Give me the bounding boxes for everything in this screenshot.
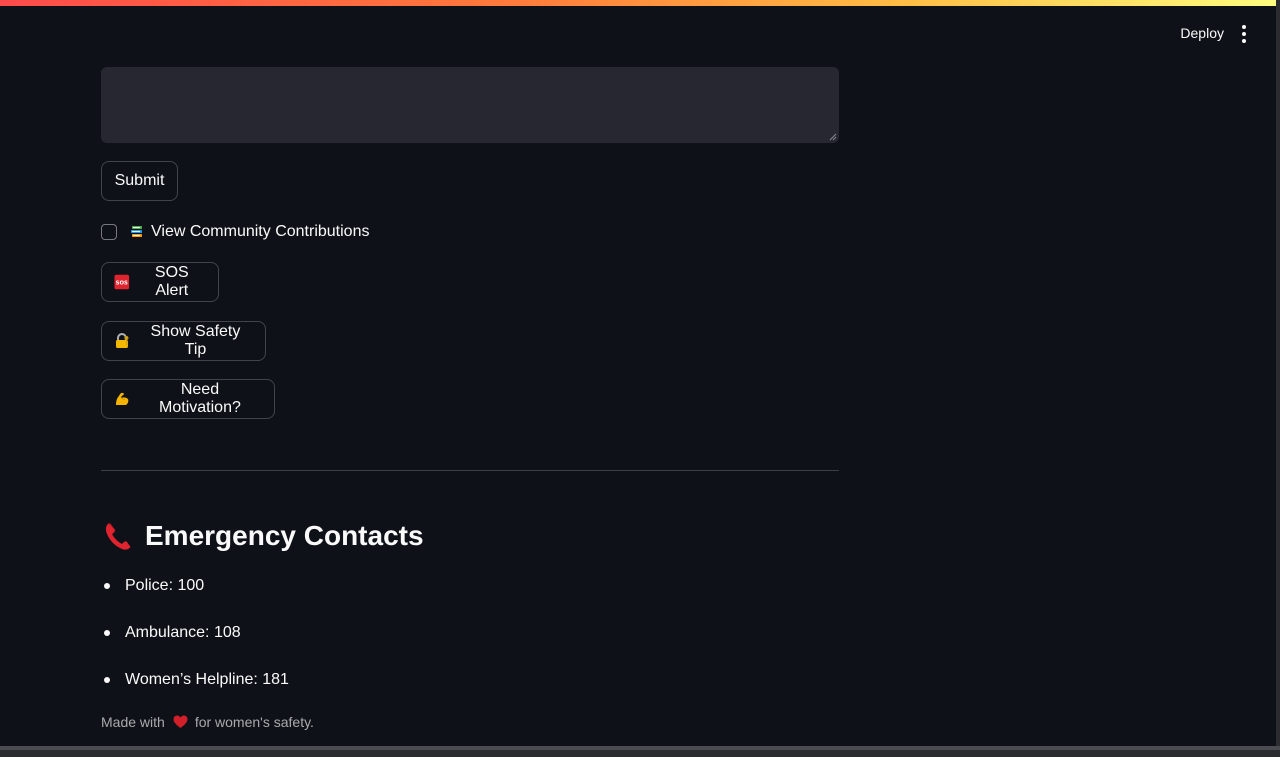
deploy-button[interactable]: Deploy bbox=[1180, 25, 1224, 41]
main-menu-icon[interactable] bbox=[1236, 23, 1252, 45]
contribution-textarea[interactable] bbox=[101, 67, 839, 143]
show-safety-tip-button[interactable]: Show Safety Tip bbox=[101, 321, 266, 361]
heart-icon bbox=[173, 715, 188, 728]
footer-suffix: for women's safety. bbox=[194, 714, 314, 730]
app-root: Deploy Submit View Community Contributio… bbox=[0, 0, 1280, 757]
list-item: Ambulance: 108 bbox=[101, 617, 289, 664]
telephone-receiver-icon bbox=[105, 523, 131, 550]
footer: Made with for women's safety. bbox=[101, 714, 314, 730]
svg-text:SOS: SOS bbox=[116, 280, 128, 286]
window-bottom-bar bbox=[0, 746, 1280, 757]
footer-prefix: Made with bbox=[101, 714, 165, 730]
resize-grip-icon[interactable] bbox=[829, 133, 837, 141]
community-contributions-checkbox[interactable] bbox=[101, 224, 117, 240]
show-safety-tip-label: Show Safety Tip bbox=[150, 323, 241, 358]
books-icon bbox=[131, 226, 142, 237]
community-contributions-checkbox-row[interactable]: View Community Contributions bbox=[101, 222, 369, 242]
sos-icon: SOS bbox=[114, 274, 130, 290]
list-item: Police: 100 bbox=[101, 570, 289, 617]
section-divider bbox=[101, 470, 839, 471]
locked-with-key-icon bbox=[115, 333, 129, 348]
flexed-biceps-icon bbox=[115, 392, 129, 405]
emergency-contacts-heading: Emergency Contacts bbox=[145, 520, 424, 551]
sos-alert-button[interactable]: SOS SOS Alert bbox=[101, 262, 219, 302]
emergency-contacts-heading-row: Emergency Contacts bbox=[101, 516, 424, 556]
emergency-contacts-list: Police: 100 Ambulance: 108 Women’s Helpl… bbox=[101, 570, 289, 711]
list-item: Women’s Helpline: 181 bbox=[101, 664, 289, 711]
header: Deploy bbox=[980, 6, 1280, 64]
need-motivation-label: Need Motivation? bbox=[159, 381, 241, 416]
community-contributions-label: View Community Contributions bbox=[151, 223, 370, 240]
need-motivation-button[interactable]: Need Motivation? bbox=[101, 379, 275, 419]
sos-alert-label: SOS Alert bbox=[154, 264, 189, 299]
submit-button[interactable]: Submit bbox=[101, 161, 178, 201]
window-right-edge bbox=[1276, 0, 1280, 757]
